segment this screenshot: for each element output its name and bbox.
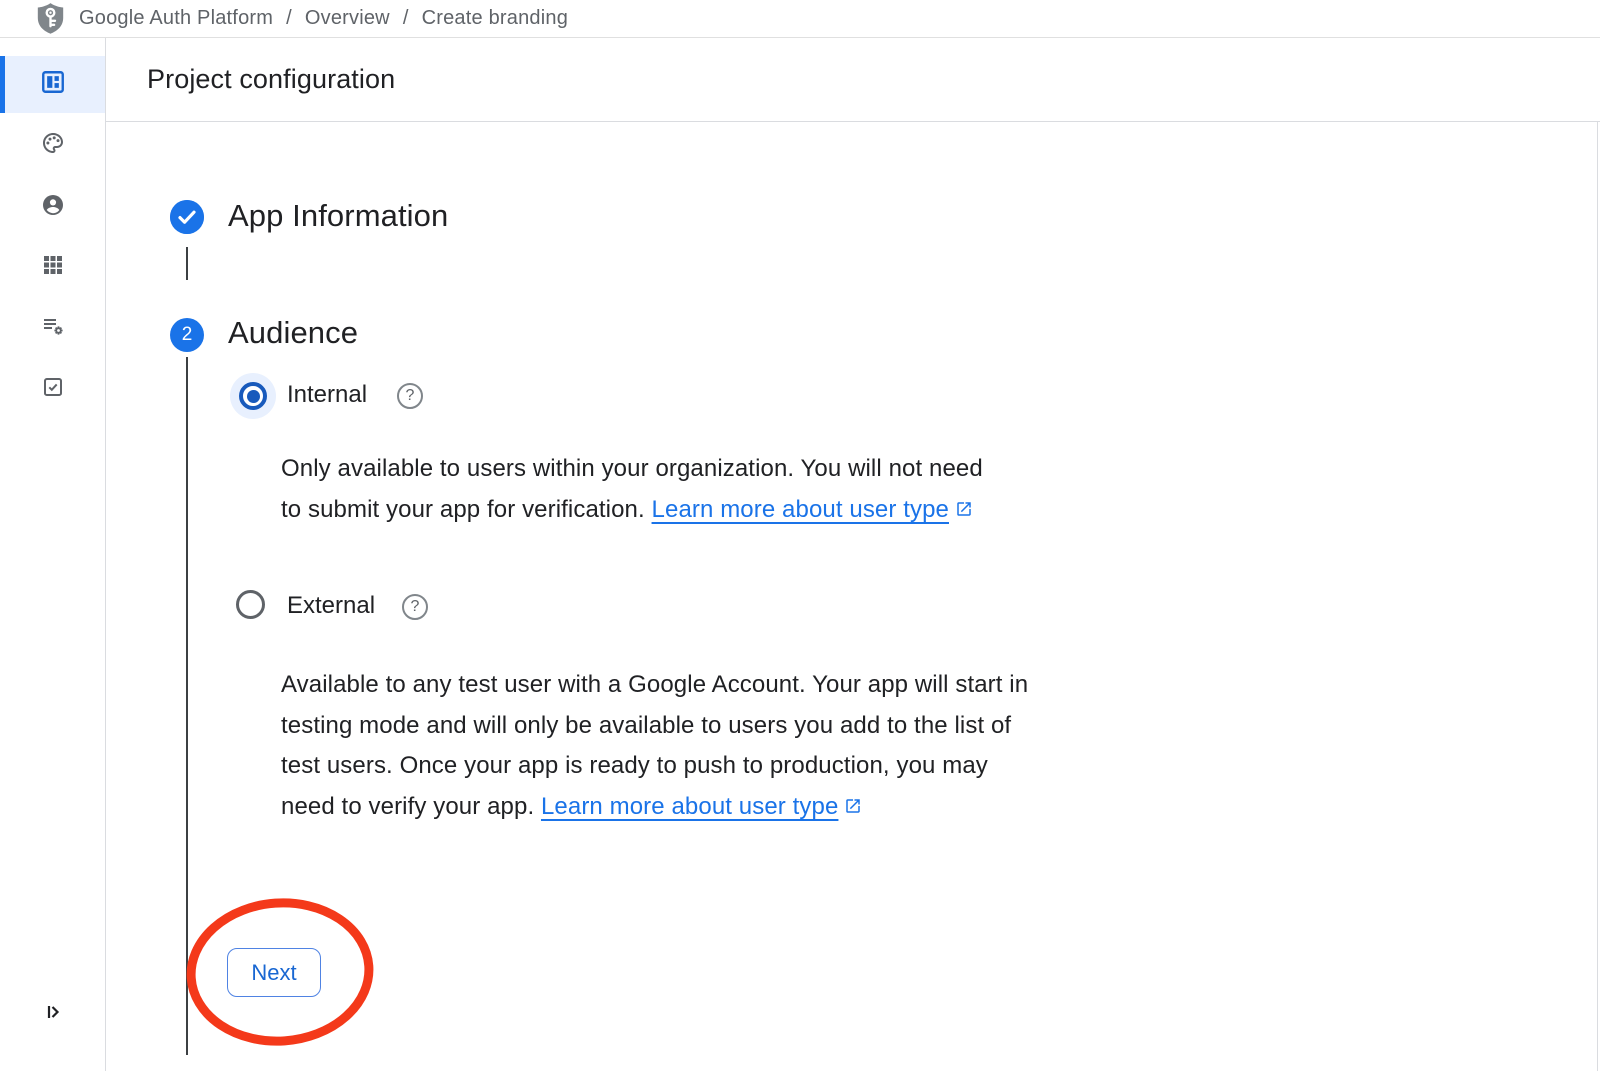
external-link-icon [844,797,862,815]
learn-more-link-text: Learn more about user type [652,496,949,523]
external-label: External [287,592,375,620]
external-radio[interactable] [236,590,265,619]
breadcrumb-item-overview[interactable]: Overview [305,7,390,30]
project-configuration-panel: App Information 2 Audience Internal ? On… [106,122,1600,1071]
main-header: Project configuration [106,38,1600,122]
breadcrumb: Google Auth Platform / Overview / Create… [0,0,1600,38]
scrollbar-track[interactable] [1597,122,1598,1071]
stepper-connector [186,247,188,280]
external-help-icon[interactable]: ? [402,594,428,620]
page-title: Project configuration [147,64,395,95]
google-auth-platform-icon [36,2,65,35]
breadcrumb-item-google-auth-platform[interactable]: Google Auth Platform [79,7,273,30]
panel-expand-button[interactable] [0,990,105,1038]
sidebar-item-audience[interactable] [0,183,105,231]
radio-selected-icon [239,382,267,410]
sidebar-item-clients[interactable] [0,243,105,291]
next-button[interactable]: Next [227,948,321,997]
sidebar-item-branding[interactable] [0,121,105,169]
palette-icon [41,131,65,160]
learn-more-link-text: Learn more about user type [541,793,838,820]
breadcrumb-item-create-branding: Create branding [422,7,568,30]
dashboard-icon [40,69,66,100]
step2-number-badge: 2 [170,318,204,352]
step2-title: Audience [228,315,358,351]
panel-expand-icon [41,1000,65,1029]
step1-title: App Information [228,198,448,234]
person-icon [41,193,65,222]
step1-completed-check-icon [170,200,204,234]
list-settings-icon [41,314,65,343]
external-learn-more-link[interactable]: Learn more about user type [541,793,862,820]
breadcrumb-separator: / [403,7,409,30]
external-link-icon [955,500,973,518]
external-description: Available to any test user with a Google… [281,665,1041,827]
internal-learn-more-link[interactable]: Learn more about user type [652,496,973,523]
sidebar [0,38,106,1071]
stepper-connector [186,357,188,1055]
internal-radio[interactable] [230,373,276,419]
internal-help-icon[interactable]: ? [397,383,423,409]
internal-label: Internal [287,381,367,409]
sidebar-item-overview[interactable] [0,56,105,113]
sidebar-item-data-access[interactable] [0,304,105,352]
checkbox-icon [41,375,65,404]
sidebar-item-verification-center[interactable] [0,365,105,413]
internal-description: Only available to users within your orga… [281,449,1009,530]
apps-grid-icon [41,253,65,282]
breadcrumb-separator: / [286,7,292,30]
